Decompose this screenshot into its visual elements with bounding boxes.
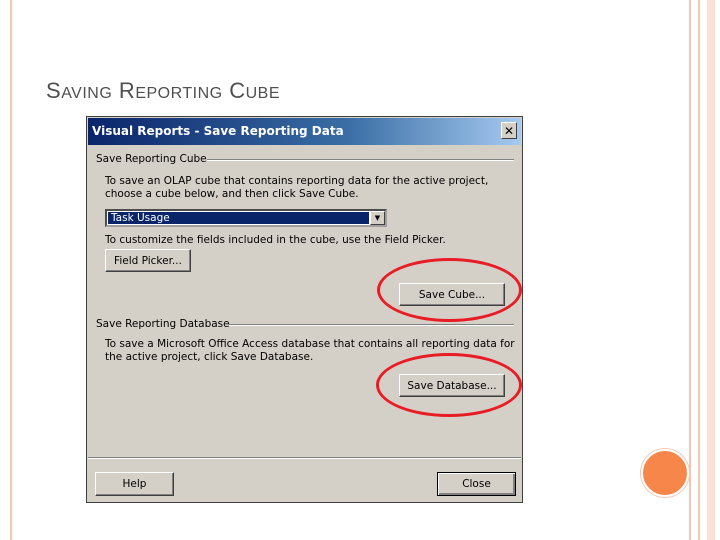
customize-text: To customize the fields included in the …	[105, 234, 446, 246]
cube-group-divider	[207, 159, 514, 161]
close-button[interactable]: Close	[437, 472, 516, 496]
database-group-divider	[229, 324, 514, 326]
database-group-label: Save Reporting Database	[96, 318, 230, 330]
save-cube-highlight	[377, 258, 522, 322]
dialog-titlebar[interactable]: Visual Reports - Save Reporting Data ✕	[88, 118, 521, 145]
cube-select[interactable]: Task Usage ▼	[105, 209, 387, 227]
dialog-title: Visual Reports - Save Reporting Data	[92, 124, 344, 138]
slide-right-rule	[689, 0, 691, 540]
cube-description: To save an OLAP cube that contains repor…	[105, 175, 489, 200]
slide-title: SAVING REPORTING CUBE	[46, 78, 281, 103]
help-button[interactable]: Help	[95, 472, 174, 496]
save-database-highlight	[376, 353, 522, 417]
cube-select-value: Task Usage	[108, 212, 369, 224]
cube-group-label: Save Reporting Cube	[96, 153, 207, 165]
chevron-down-icon[interactable]: ▼	[370, 211, 385, 225]
slide-right-band	[707, 0, 715, 540]
field-picker-button[interactable]: Field Picker...	[105, 249, 191, 272]
slide-left-rule	[10, 0, 12, 540]
orange-circle-decoration	[641, 449, 689, 497]
close-icon[interactable]: ✕	[501, 122, 517, 139]
footer-divider	[88, 457, 521, 459]
slide-right-rule	[698, 0, 700, 540]
